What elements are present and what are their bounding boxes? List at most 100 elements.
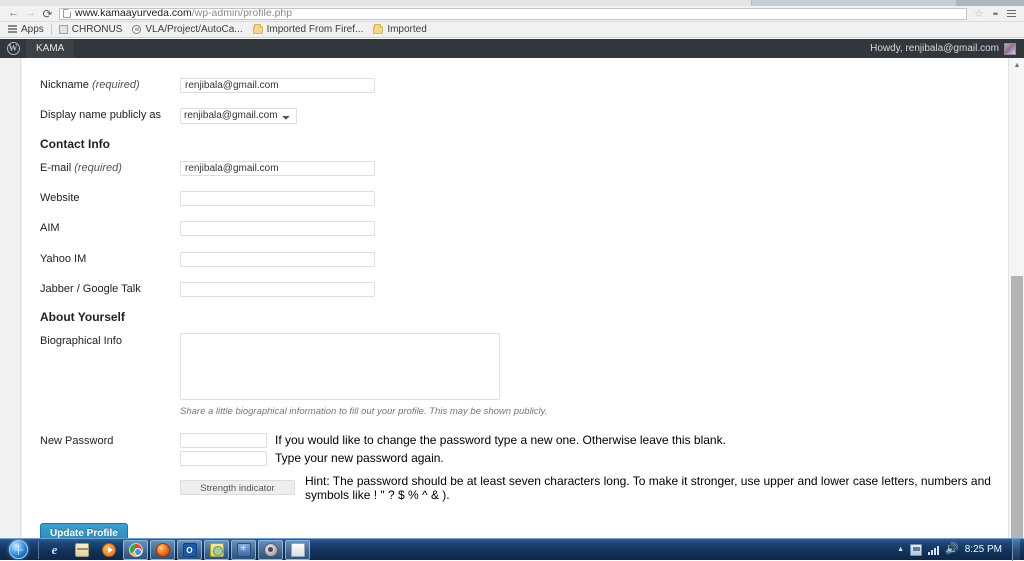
windows-media-player-icon (101, 542, 116, 557)
jabber-input[interactable] (180, 281, 375, 297)
show-desktop-button[interactable] (1012, 538, 1020, 561)
biographical-info-textarea[interactable] (180, 333, 500, 401)
password-strength-row: Strength indicator Hint: The password sh… (180, 469, 998, 502)
internet-explorer-icon: e (51, 541, 58, 557)
browser-tab-secondary[interactable] (956, 0, 1024, 6)
website-input[interactable] (180, 191, 375, 207)
aim-input[interactable] (180, 221, 375, 237)
microsoft-outlook-icon: O (182, 542, 197, 557)
new-password-input[interactable] (180, 432, 267, 448)
label-website: Website (40, 192, 80, 205)
google-chrome-icon (128, 542, 143, 557)
bookmark-vla-project[interactable]: w VLA/Project/AutoCa... (127, 23, 247, 37)
reload-icon[interactable]: ⟳ (39, 6, 56, 22)
password-hint: Hint: The password should be at least se… (305, 473, 991, 502)
windows-start-orb-icon (8, 540, 28, 559)
bookmark-label: Imported From Firef... (266, 23, 364, 35)
bookmarks-bar: Apps CHRONUS w VLA/Project/AutoCa... Imp… (0, 22, 1024, 38)
form-row-new-password: New Password If you would like to change… (22, 426, 1008, 509)
label-aim: AIM (40, 222, 60, 235)
scroll-up-arrow-icon[interactable]: ▲ (1009, 58, 1024, 73)
form-row-jabber: Jabber / Google Talk (22, 274, 1008, 304)
scrollbar-thumb[interactable] (1011, 276, 1023, 538)
page-viewport: W KAMA Howdy, renjibala@gmail.com Nickna… (0, 39, 1024, 538)
display-name-select[interactable]: renjibala@gmail.com (180, 107, 297, 124)
form-row-website: Website (22, 183, 1008, 213)
network-signal-icon[interactable] (928, 545, 940, 555)
bookmark-apps[interactable]: Apps (3, 23, 49, 37)
taskbar-clock[interactable]: 8:25 PM (965, 544, 1002, 555)
folder-icon (373, 23, 384, 34)
new-password-description: If you would like to change the password… (275, 433, 726, 448)
taskbar-google-chrome[interactable] (123, 539, 148, 560)
form-row-aim: AIM (22, 213, 1008, 243)
taskbar-internet-explorer[interactable]: e (42, 540, 67, 560)
browser-toolbar: ← → ⟳ www.kamaayurveda.com/wp-admin/prof… (0, 6, 1024, 22)
strength-indicator: Strength indicator (180, 480, 296, 496)
system-tray: ▲ 🔊 8:25 PM (897, 538, 1024, 561)
bookmark-imported[interactable]: Imported (368, 23, 431, 37)
taskbar-blue-app[interactable] (231, 539, 256, 560)
document-app-icon (290, 542, 305, 557)
taskbar-outlook[interactable]: O (177, 539, 202, 560)
password-row-1: If you would like to change the password… (180, 432, 998, 448)
form-row-nickname: Nickname (required) (22, 70, 1008, 100)
contact-info-table: E-mail (required) Website (22, 153, 1008, 304)
volume-icon[interactable]: 🔊 (945, 544, 959, 555)
admin-bar-account-menu[interactable]: Howdy, renjibala@gmail.com (862, 39, 1024, 58)
extension-icon[interactable]: •• (987, 6, 1003, 22)
browser-window: ← → ⟳ www.kamaayurveda.com/wp-admin/prof… (0, 0, 1024, 538)
taskbar-media-player[interactable] (96, 540, 121, 560)
image-favicon (58, 25, 68, 34)
taskbar-firefox[interactable] (150, 539, 175, 560)
address-bar[interactable]: www.kamaayurveda.com/wp-admin/profile.ph… (59, 7, 967, 20)
tab-strip (0, 0, 1024, 6)
browser-tab-active[interactable] (0, 0, 752, 6)
profile-name-table: Nickname (required) Display name publicl… (22, 70, 1008, 131)
form-row-email: E-mail (required) (22, 153, 1008, 183)
confirm-password-input[interactable] (180, 450, 267, 466)
profile-form-content: Nickname (required) Display name publicl… (22, 58, 1008, 538)
show-hidden-icons-icon[interactable]: ▲ (897, 546, 904, 553)
back-icon[interactable]: ← (5, 6, 22, 22)
folder-icon (252, 23, 263, 34)
taskbar-document-app[interactable] (285, 539, 310, 560)
form-row-display-name: Display name publicly as renjibala@gmail… (22, 100, 1008, 131)
file-folder-icon (209, 542, 224, 557)
taskbar-windows-explorer[interactable] (69, 540, 94, 560)
taskbar-folder[interactable] (204, 539, 229, 560)
forward-icon[interactable]: → (22, 6, 39, 22)
label-biographical-info: Biographical Info (40, 335, 122, 348)
yahoo-im-input[interactable] (180, 251, 375, 267)
confirm-password-description: Type your new password again. (275, 451, 444, 466)
bookmark-label: Imported (387, 23, 427, 35)
page-document-icon (63, 9, 71, 18)
admin-menu-gutter (0, 58, 21, 538)
page-scrollbar[interactable]: ▲ ▼ (1008, 58, 1024, 538)
bookmark-star-icon[interactable]: ☆ (971, 6, 987, 22)
windows-taskbar: e O ▲ 🔊 8:25 PM (0, 538, 1024, 561)
form-row-biographical-info: Biographical Info Share a little biograp… (22, 326, 1008, 425)
action-center-flag-icon[interactable] (910, 543, 923, 556)
wordpress-logo-icon[interactable]: W (0, 39, 26, 58)
bookmark-label: VLA/Project/AutoCa... (145, 23, 243, 35)
about-yourself-table: Biographical Info Share a little biograp… (22, 326, 1008, 508)
url-domain: www.kamaayurveda.com (75, 7, 192, 20)
bookmark-chronus[interactable]: CHRONUS (54, 23, 128, 37)
howdy-text: Howdy, renjibala@gmail.com (870, 43, 999, 54)
label-email: E-mail (required) (40, 161, 122, 174)
contact-info-heading: Contact Info (40, 136, 110, 151)
start-button[interactable] (0, 539, 36, 561)
taskbar-separator (38, 540, 39, 559)
bookmark-imported-from-firefox[interactable]: Imported From Firef... (248, 23, 369, 37)
apps-grid-icon (8, 25, 17, 34)
label-nickname: Nickname (required) (40, 79, 140, 91)
submit-area: Update Profile (22, 509, 1008, 538)
chrome-menu-icon[interactable] (1003, 6, 1019, 22)
nickname-input[interactable] (180, 78, 375, 93)
admin-bar-site-name[interactable]: KAMA (26, 39, 75, 58)
email-input[interactable] (180, 160, 375, 176)
taskbar-settings-app[interactable] (258, 539, 283, 560)
update-profile-button[interactable]: Update Profile (40, 522, 128, 538)
bookmark-label: CHRONUS (71, 23, 123, 35)
